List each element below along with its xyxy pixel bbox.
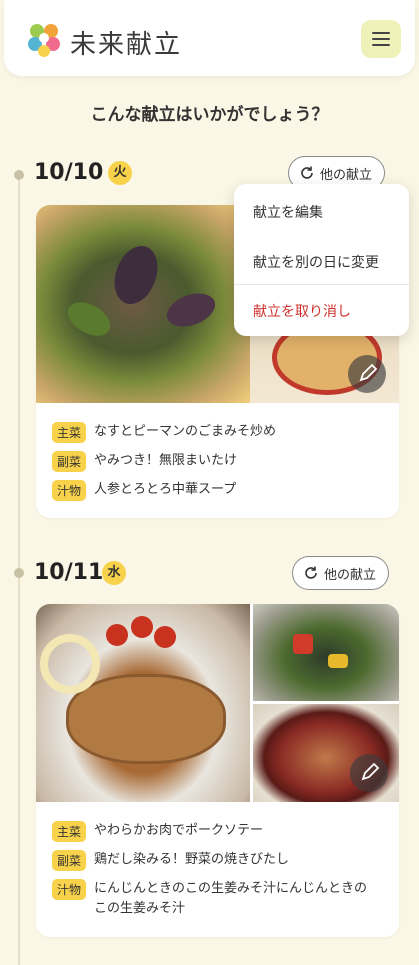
dish-name: 人参とろとろ中華スープ	[94, 482, 237, 497]
weekday-badge: 火	[108, 161, 132, 185]
refresh-icon	[305, 566, 317, 579]
dish-name: なすとピーマンのごまみそ炒め	[94, 424, 277, 439]
weekday-badge: 水	[102, 561, 126, 585]
dish-name: にんじんときのこの生姜みそ汁にんじんときのこの生姜みそ汁	[94, 881, 368, 916]
pencil-icon	[361, 762, 380, 781]
dish-tag: 汁物	[52, 879, 87, 900]
timeline-dot	[14, 170, 24, 180]
dish-row[interactable]: 主菜 なすとピーマンのごまみそ炒め	[52, 422, 276, 443]
refresh-icon	[301, 166, 313, 179]
dish-row[interactable]: 副菜 鶏だし染みる！野菜の焼きびたし	[52, 850, 289, 871]
day-date: 10/11	[34, 560, 104, 585]
menu-divider	[234, 284, 409, 285]
dish-tag: 主菜	[52, 422, 87, 443]
brand-name: 未来献立	[70, 30, 183, 60]
dish-tag: 副菜	[52, 451, 87, 472]
other-menu-label: 他の献立	[320, 167, 373, 183]
menu-card[interactable]: 主菜 やわらかお肉でポークソテー 副菜 鶏だし染みる！野菜の焼きびたし 汁物 に…	[36, 604, 399, 937]
edit-photo-button[interactable]	[348, 355, 386, 393]
dish-name: やみつき！無限まいたけ	[94, 453, 238, 468]
cancel-menu-item[interactable]: 献立を取り消し	[253, 301, 351, 321]
dish-row[interactable]: 汁物 人参とろとろ中華スープ	[52, 480, 236, 501]
dish-tag: 主菜	[52, 821, 87, 842]
other-menu-label: 他の献立	[324, 567, 377, 583]
dish-name: 鶏だし染みる！野菜の焼きびたし	[94, 852, 290, 867]
dish-row[interactable]: 主菜 やわらかお肉でポークソテー	[52, 821, 263, 842]
logo-icon	[28, 24, 60, 57]
other-menu-button[interactable]: 他の献立	[292, 556, 390, 590]
edit-menu-item[interactable]: 献立を編集	[253, 202, 323, 222]
menu-actions-dropdown: 献立を編集 献立を別の日に変更 献立を取り消し	[234, 184, 409, 336]
dish-row[interactable]: 汁物 にんじんときのこの生姜みそ汁にんじんときのこの生姜みそ汁	[52, 879, 372, 919]
day-date: 10/10	[34, 160, 104, 185]
dish-tag: 副菜	[52, 850, 87, 871]
side-dish-photo	[253, 604, 399, 701]
app-header: 未来献立	[4, 0, 415, 76]
dish-name: やわらかお肉でポークソテー	[94, 823, 264, 838]
hamburger-menu-button[interactable]	[361, 20, 401, 58]
main-dish-photo	[36, 604, 250, 802]
main-dish-photo	[36, 205, 250, 403]
change-day-menu-item[interactable]: 献立を別の日に変更	[253, 252, 379, 272]
dish-tag: 汁物	[52, 480, 87, 501]
dish-row[interactable]: 副菜 やみつき！無限まいたけ	[52, 451, 237, 472]
pencil-icon	[359, 363, 378, 382]
page-headline: こんな献立はいかがでしょう？	[90, 105, 329, 125]
edit-photo-button[interactable]	[350, 754, 388, 792]
timeline-dot	[14, 568, 24, 578]
